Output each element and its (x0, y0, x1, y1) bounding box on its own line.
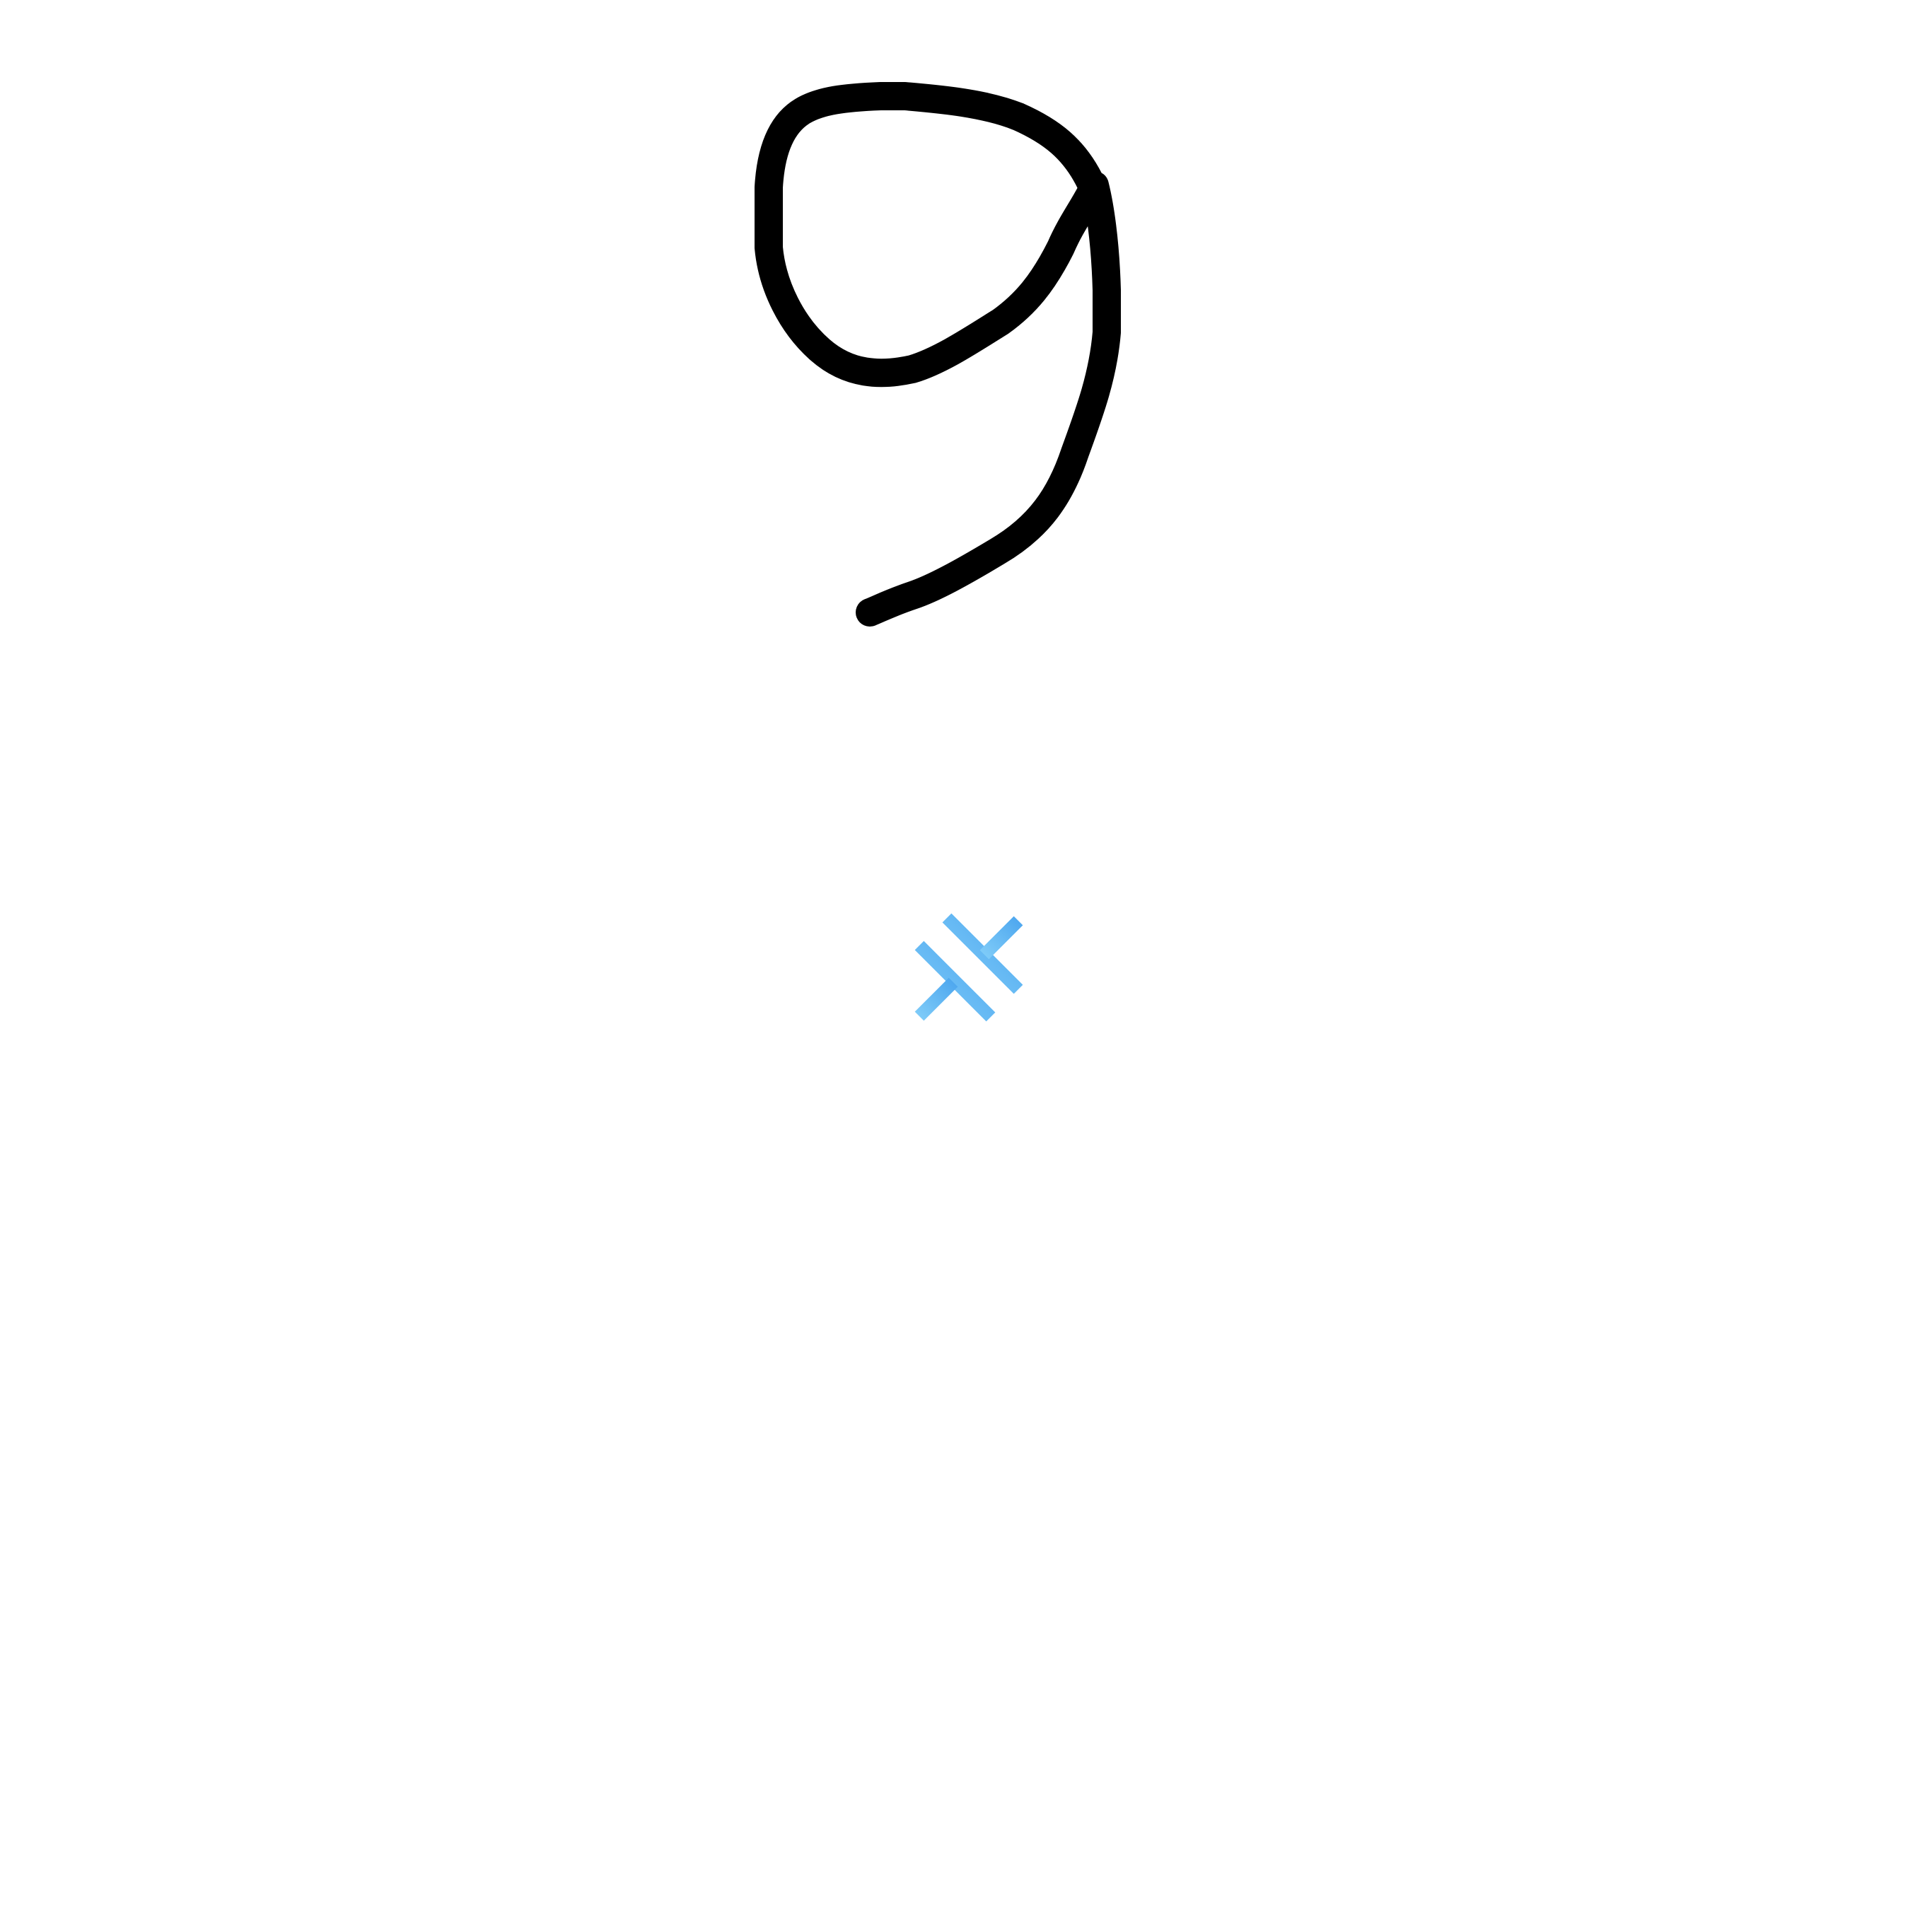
canvas-svg (755, 82, 1121, 1022)
drawing-canvas[interactable] (0, 0, 1932, 1932)
expand-collapse-icon[interactable] (914, 913, 1023, 1022)
handwritten-stroke (755, 82, 1121, 627)
